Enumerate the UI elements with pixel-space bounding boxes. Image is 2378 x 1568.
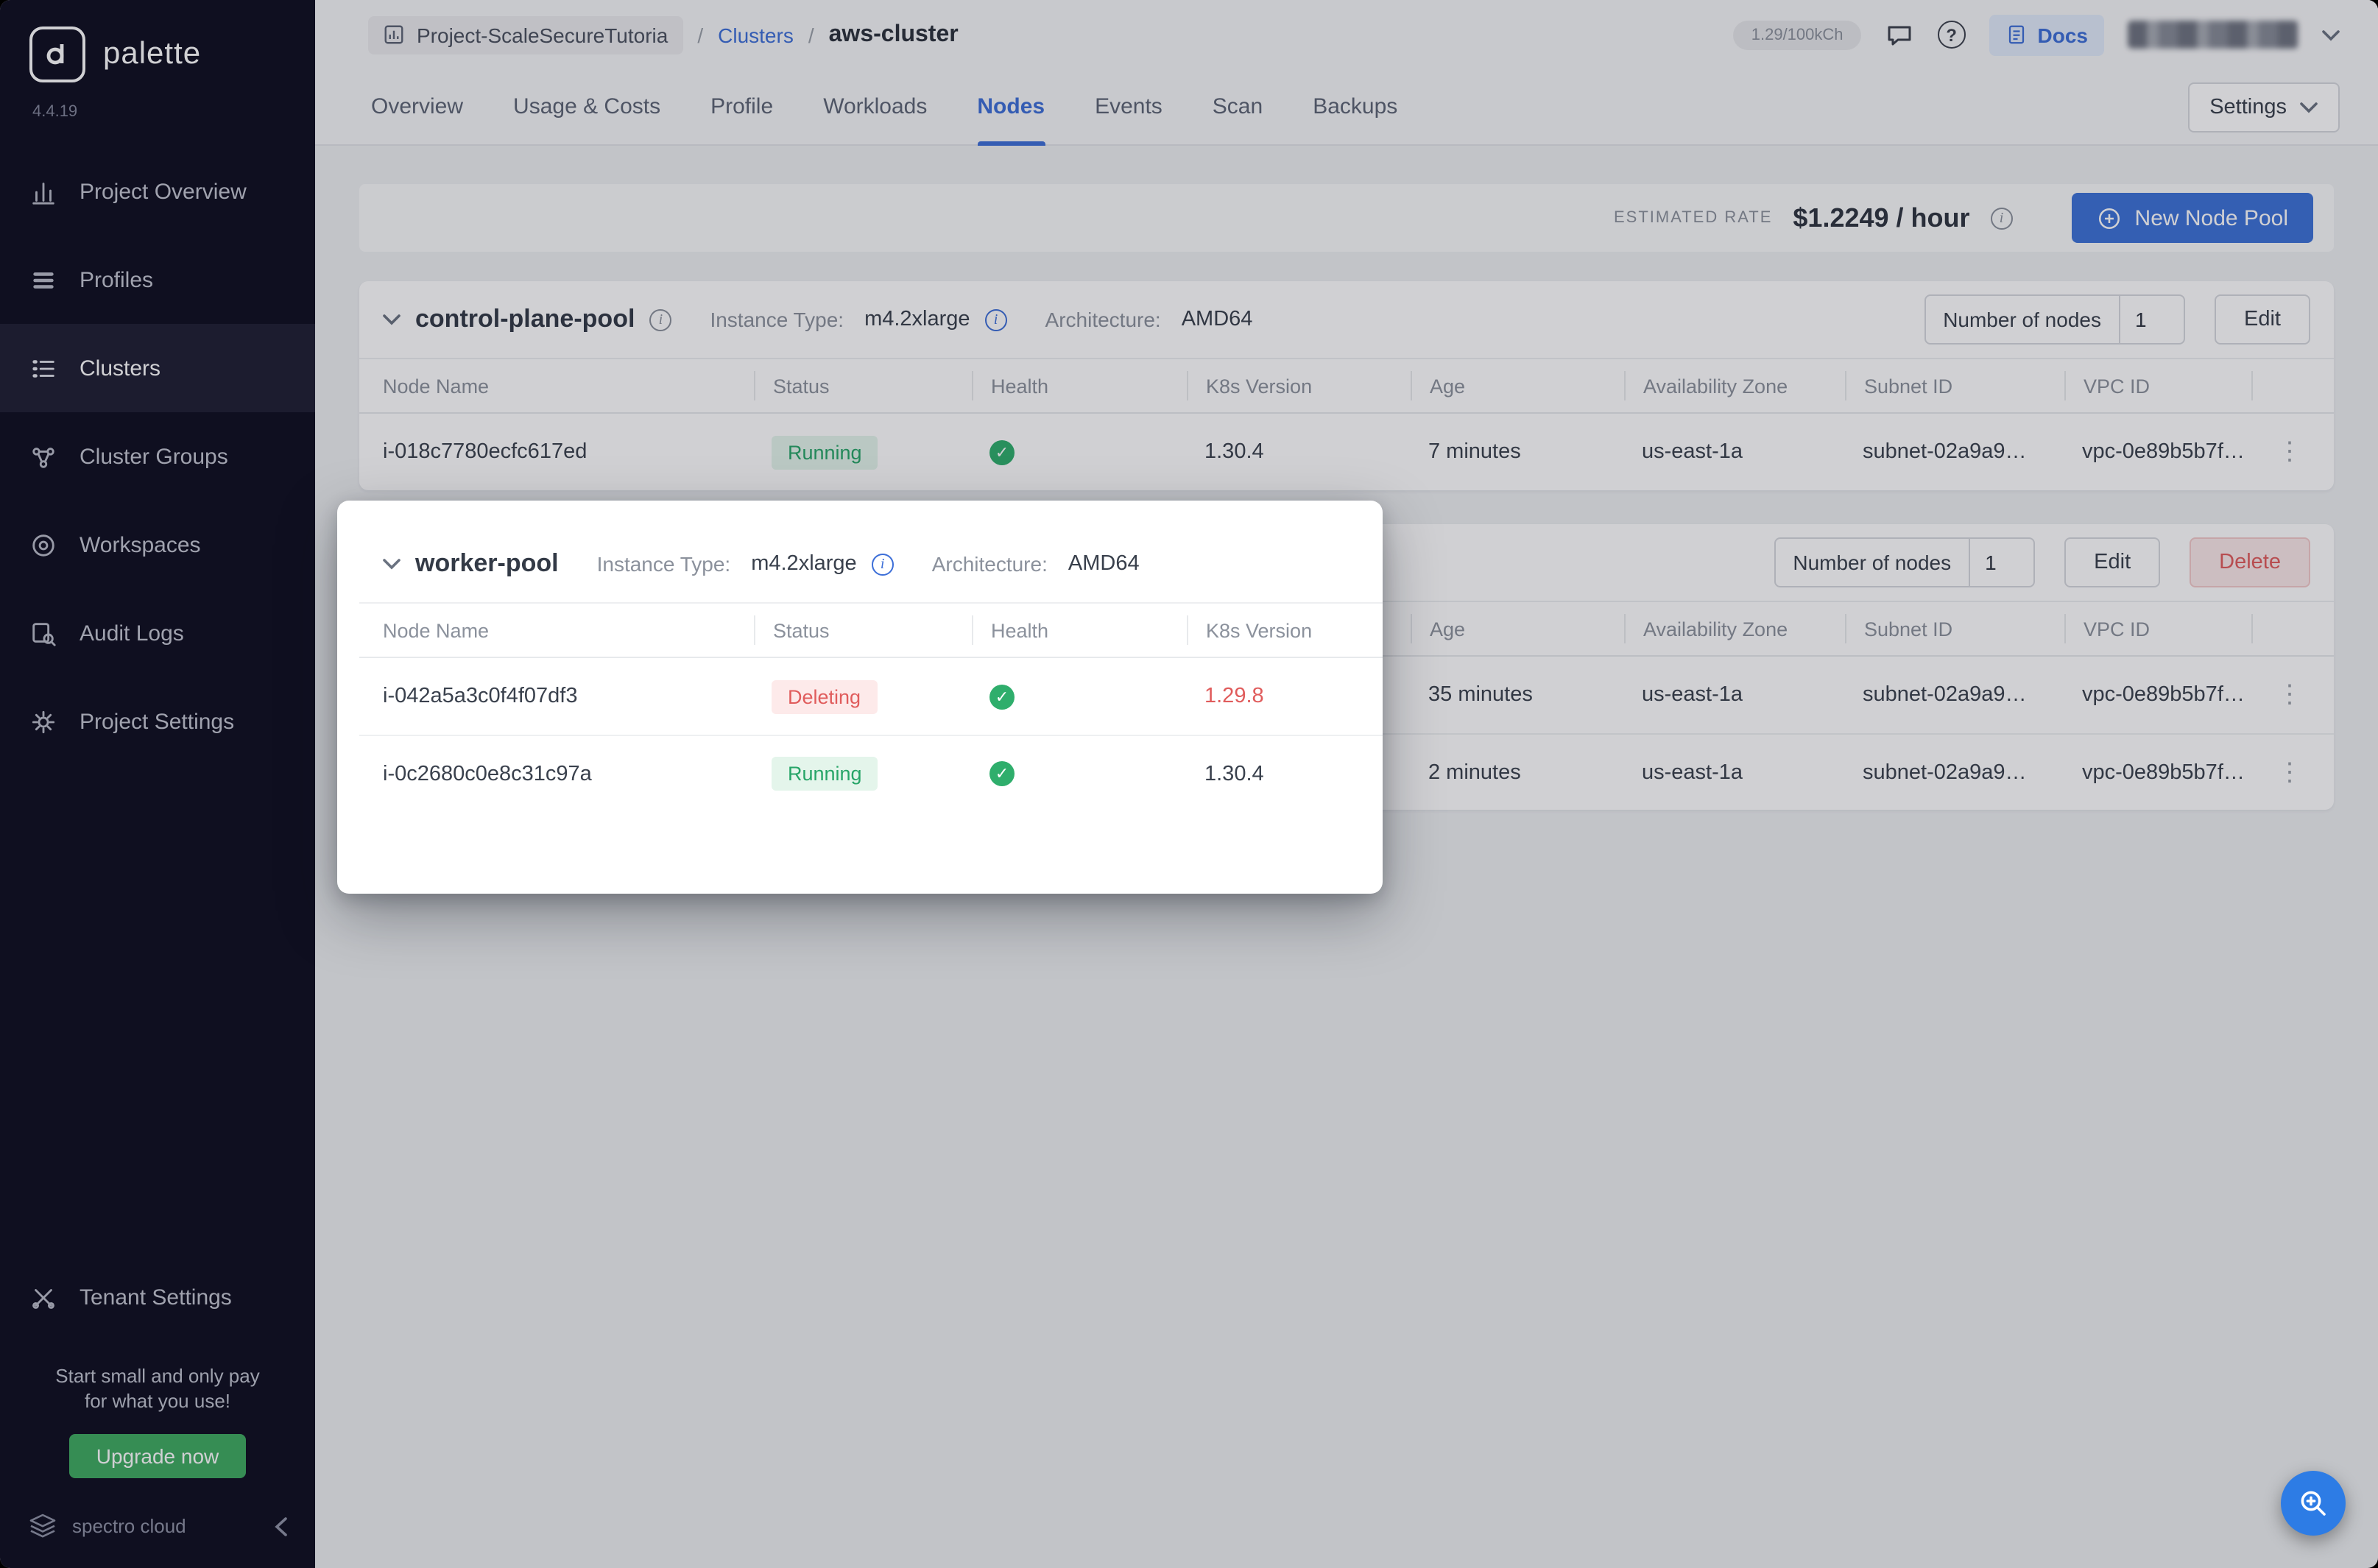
health-ok-icon <box>989 761 1015 786</box>
table-row: i-042a5a3c0f4f07df3 Deleting 1.29.8 <box>359 658 1383 735</box>
col-k8s-version: K8s Version <box>1187 615 1383 645</box>
status-badge: Running <box>772 757 878 791</box>
worker-pool-spotlight: worker-pool Instance Type: m4.2xlarge Ar… <box>337 501 1383 894</box>
status-badge: Deleting <box>772 679 877 713</box>
zoom-search-fab[interactable] <box>2281 1471 2346 1536</box>
table-row: i-0c2680c0e8c31c97a Running 1.30.4 <box>359 735 1383 811</box>
health-cell <box>972 761 1187 786</box>
table-header-row: Node Name Status Health K8s Version <box>359 602 1383 658</box>
node-name: i-0c2680c0e8c31c97a <box>383 762 754 785</box>
instance-type-label: Instance Type: <box>597 552 731 576</box>
instance-type-info-icon[interactable] <box>872 553 894 575</box>
status-cell: Running <box>754 757 972 791</box>
pool-name: worker-pool <box>415 549 559 579</box>
col-health: Health <box>972 615 1187 645</box>
app-window: palette 4.4.19 Project Overview Profiles… <box>0 0 2378 1568</box>
pool-header: worker-pool Instance Type: m4.2xlarge Ar… <box>359 526 1383 602</box>
health-ok-icon <box>989 684 1015 709</box>
node-name: i-042a5a3c0f4f07df3 <box>383 685 754 708</box>
architecture-label: Architecture: <box>932 552 1048 576</box>
k8s-version: 1.29.8 <box>1187 685 1383 708</box>
collapse-pool-icon[interactable] <box>383 558 401 570</box>
k8s-version: 1.30.4 <box>1187 762 1383 785</box>
col-node-name: Node Name <box>383 615 754 645</box>
col-status: Status <box>754 615 972 645</box>
health-cell <box>972 684 1187 709</box>
magnifier-plus-icon <box>2297 1487 2329 1519</box>
architecture-value: AMD64 <box>1068 552 1140 576</box>
instance-type-value: m4.2xlarge <box>751 552 856 576</box>
status-cell: Deleting <box>754 679 972 713</box>
